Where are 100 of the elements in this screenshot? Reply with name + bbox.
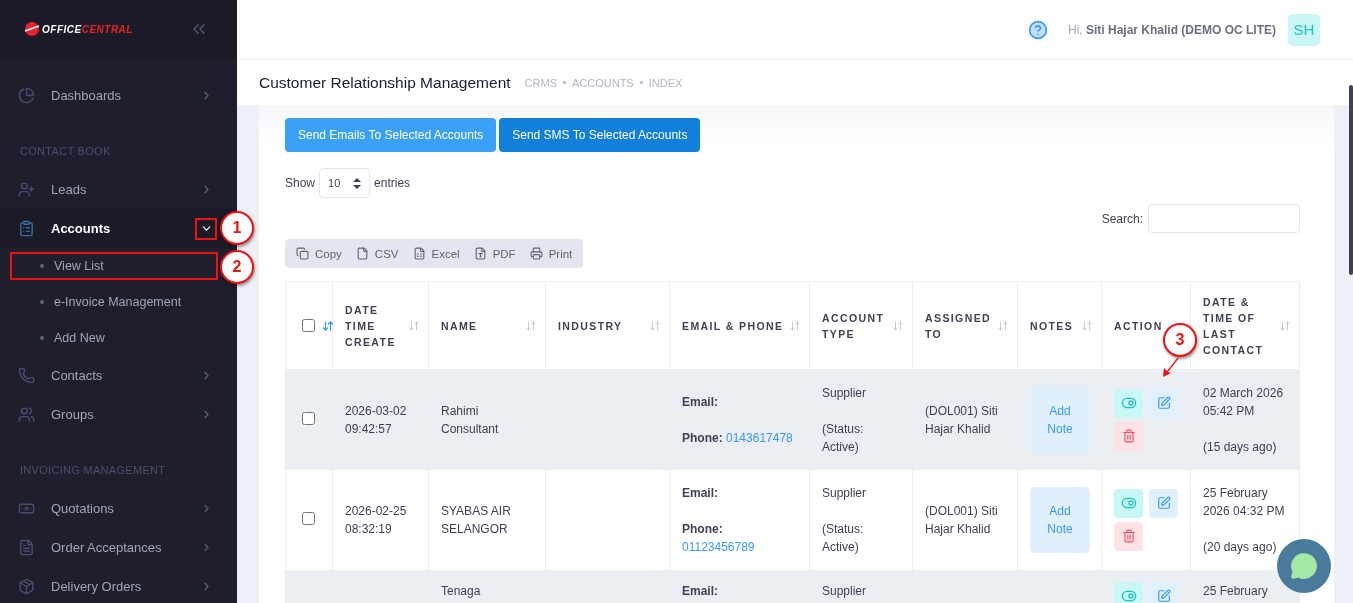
sidebar-item[interactable]: Contacts xyxy=(0,356,237,395)
table-cell: 2026-02-25 08:32:19 xyxy=(332,469,429,570)
sidebar-item-label: Accounts xyxy=(51,221,112,236)
sidebar-item-label: Groups xyxy=(51,407,95,422)
sort-icon[interactable] xyxy=(525,319,537,332)
edit-button[interactable] xyxy=(1149,388,1178,418)
column-header[interactable]: ACCOUNT TYPE xyxy=(809,281,913,370)
sidebar-item[interactable]: Order Acceptances xyxy=(0,528,237,567)
last-contact-date: 25 February 2026 04:32 PM xyxy=(1203,484,1286,520)
clipboard-icon xyxy=(18,220,35,237)
column-header[interactable]: INDUSTRY xyxy=(545,281,670,370)
last-contact-ago: (15 days ago) xyxy=(1203,438,1278,456)
package-icon xyxy=(18,578,35,595)
sort-icon[interactable] xyxy=(789,319,801,332)
edit-icon xyxy=(1156,396,1171,411)
entries-select[interactable]: 10 xyxy=(319,168,371,198)
sidebar-item-label: Leads xyxy=(51,182,88,197)
trash-icon xyxy=(1121,429,1136,444)
table-cell: 2026-03-02 09:42:57 xyxy=(332,369,429,470)
table-cell: (DOL001) Siti Hajar Khalid xyxy=(912,469,1018,570)
sort-icon[interactable] xyxy=(997,319,1009,332)
edit-button[interactable] xyxy=(1149,581,1178,603)
last-contact-date: 25 February xyxy=(1203,582,1269,600)
sidebar-item[interactable]: Quotations xyxy=(0,489,237,528)
submenu-item[interactable]: Add New xyxy=(6,320,222,356)
sidebar-item-label: Delivery Orders xyxy=(51,579,143,594)
spreadsheet-icon xyxy=(412,247,426,260)
user-plus-icon xyxy=(18,181,35,198)
row-checkbox[interactable] xyxy=(302,512,315,525)
logo-icon xyxy=(24,21,40,37)
account-type: Supplier xyxy=(822,582,868,600)
sidebar-item-label: Order Acceptances xyxy=(51,540,163,555)
select-all-checkbox[interactable] xyxy=(302,319,315,332)
edit-icon xyxy=(1156,496,1171,510)
section-title: CONTACT BOOK xyxy=(19,145,112,158)
edit-button[interactable] xyxy=(1149,488,1178,518)
sort-arrows-icon xyxy=(353,177,362,189)
section-title: INVOICING MANAGEMENT xyxy=(19,464,167,477)
email-label: Email: xyxy=(682,484,719,502)
search-field[interactable] xyxy=(1148,204,1300,233)
toggle-icon xyxy=(1120,588,1137,603)
printer-icon xyxy=(529,247,543,260)
send-button[interactable]: Send SMS To Selected Accounts xyxy=(499,118,701,152)
export-button[interactable]: CSV xyxy=(348,239,406,268)
table-cell: Tenaga xyxy=(428,569,546,603)
table-cell: Rahimi Consultant xyxy=(428,369,546,470)
help-icon[interactable] xyxy=(1028,19,1048,40)
delete-button[interactable] xyxy=(1114,521,1143,551)
submenu-item[interactable]: View List xyxy=(6,248,222,284)
scrollbar[interactable] xyxy=(1349,85,1353,275)
toggle-button[interactable] xyxy=(1114,488,1143,518)
sort-icon[interactable] xyxy=(322,319,334,332)
page-title: Customer Relationship Management xyxy=(259,73,511,92)
account-type: Supplier xyxy=(822,484,868,502)
submenu-item[interactable]: e-Invoice Management xyxy=(6,284,222,320)
toggle-button[interactable] xyxy=(1114,581,1143,603)
column-header[interactable]: EMAIL & PHONE xyxy=(669,281,810,370)
edit-icon xyxy=(1156,589,1171,603)
pointer-arrow xyxy=(1162,356,1180,378)
greeting: Hi, Siti Hajar Khalid (DEMO OC LITE) xyxy=(1068,22,1276,37)
column-header[interactable]: NAME xyxy=(428,281,546,370)
entries-label: entries xyxy=(374,176,411,190)
export-button[interactable]: Copy xyxy=(289,239,349,268)
account-type: Supplier xyxy=(822,384,868,402)
delete-button[interactable] xyxy=(1114,421,1143,451)
email-label: Email: xyxy=(682,393,719,411)
email-label: Email: xyxy=(682,582,719,600)
table-cell: (DOL001) Siti Hajar Khalid xyxy=(912,369,1018,470)
sidebar-item[interactable]: Groups xyxy=(0,395,237,434)
export-button[interactable]: Print xyxy=(522,239,580,268)
column-header[interactable]: NOTES xyxy=(1017,281,1102,370)
sort-icon[interactable] xyxy=(1279,319,1291,332)
sort-icon[interactable] xyxy=(649,319,661,332)
toggle-button[interactable] xyxy=(1114,388,1143,418)
show-label: Show xyxy=(285,176,316,190)
sort-icon[interactable] xyxy=(892,319,904,332)
last-contact-date: 02 March 2026 05:42 PM xyxy=(1203,384,1285,420)
table-cell: SYABAS AIR SELANGOR xyxy=(428,469,546,570)
users-icon xyxy=(18,406,35,423)
pie-chart-icon xyxy=(18,87,35,104)
column-header[interactable]: ASSIGNED TO xyxy=(912,281,1018,370)
export-button[interactable]: Excel xyxy=(405,239,467,268)
sidebar-item[interactable]: Leads xyxy=(0,170,237,209)
sort-icon[interactable] xyxy=(1081,319,1093,332)
phone-label: Phone: xyxy=(682,430,723,445)
chevron-down-icon[interactable] xyxy=(195,217,217,240)
file-icon xyxy=(473,247,487,260)
row-checkbox[interactable] xyxy=(302,412,315,426)
file-icon xyxy=(355,247,369,260)
sidebar-item[interactable]: Dashboards xyxy=(0,76,237,115)
last-contact-ago: (20 days ago) xyxy=(1203,538,1278,556)
account-status: (Status: Active) xyxy=(822,520,865,556)
account-status: (Status: Active) xyxy=(822,420,865,456)
chat-icon xyxy=(1290,552,1318,580)
toggle-icon xyxy=(1120,495,1137,511)
document-icon xyxy=(18,539,35,556)
sort-icon[interactable] xyxy=(408,319,420,332)
column-header[interactable]: DATE TIME CREATE xyxy=(332,281,429,370)
export-button[interactable]: PDF xyxy=(466,239,523,268)
sidebar-item[interactable]: Delivery Orders xyxy=(0,567,237,603)
